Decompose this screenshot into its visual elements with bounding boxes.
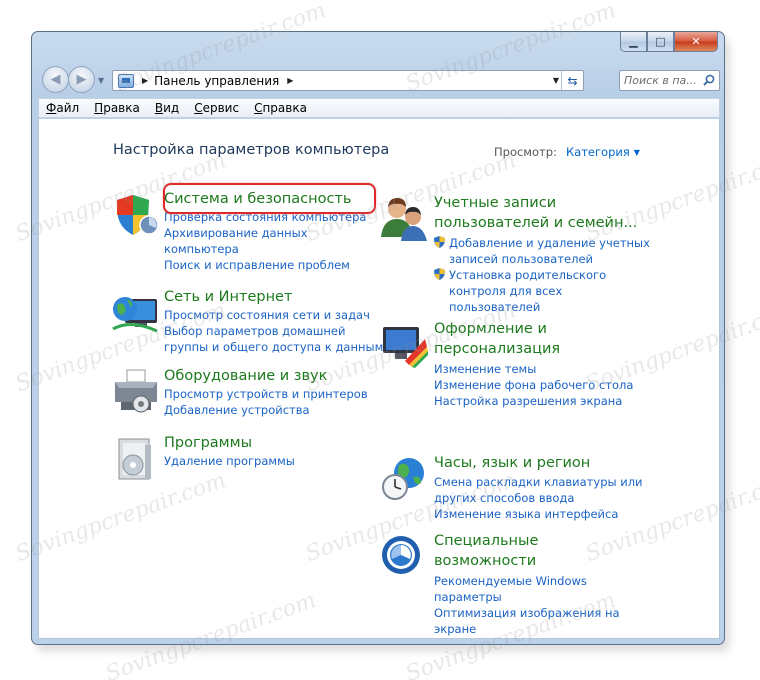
programs-link[interactable]: Программы bbox=[164, 433, 252, 453]
menu-edit[interactable]: Правка bbox=[94, 101, 140, 115]
page-title: Настройка параметров компьютера bbox=[113, 142, 390, 158]
address-bar[interactable]: ▶ Панель управления ▶ ▼ ⇆ bbox=[112, 70, 584, 91]
users-icon bbox=[381, 198, 427, 241]
menu-bar: Файл Правка Вид Сервис Справка bbox=[38, 98, 720, 118]
change-desktop-background-link[interactable]: Изменение фона рабочего стола bbox=[434, 377, 633, 393]
navigation-bar: ◀ ▶ ▼ ▶ Панель управления ▶ ▼ ⇆ Поиск в … bbox=[32, 66, 724, 96]
parental-controls-link-cont2[interactable]: пользователей bbox=[434, 299, 650, 315]
menu-help[interactable]: Справка bbox=[254, 101, 307, 115]
homegroup-options-link[interactable]: Выбор параметров домашней bbox=[164, 323, 383, 339]
ease-of-access-icon bbox=[382, 536, 420, 574]
address-dropdown-icon[interactable]: ▼ bbox=[553, 76, 559, 85]
ease-of-access-link[interactable]: Специальные возможности bbox=[434, 531, 538, 571]
back-button[interactable]: ◀ bbox=[42, 66, 69, 93]
shield-icon bbox=[117, 195, 159, 235]
clock-globe-icon bbox=[382, 458, 424, 500]
homegroup-options-link-cont[interactable]: группы и общего доступа к данным bbox=[164, 339, 383, 355]
parental-controls-link-cont[interactable]: контроля для всех bbox=[434, 283, 650, 299]
highlight-annotation bbox=[163, 183, 376, 214]
change-keyboard-link[interactable]: Смена раскладки клавиатуры или bbox=[434, 474, 643, 490]
refresh-icon: ⇆ bbox=[567, 73, 578, 88]
recommended-settings-link-cont[interactable]: параметры bbox=[434, 589, 620, 605]
breadcrumb-separator-icon[interactable]: ▶ bbox=[287, 76, 293, 85]
uac-shield-icon bbox=[434, 236, 445, 248]
backup-data-link-cont[interactable]: компьютера bbox=[164, 241, 366, 257]
refresh-button[interactable]: ⇆ bbox=[561, 71, 583, 90]
printer-icon bbox=[115, 369, 157, 413]
optimize-visual-display-link[interactable]: Оптимизация изображения на bbox=[434, 605, 620, 621]
maximize-button[interactable]: □ bbox=[647, 32, 674, 52]
back-arrow-icon: ◀ bbox=[50, 72, 61, 87]
clock-language-region-link[interactable]: Часы, язык и регион bbox=[434, 453, 590, 473]
control-panel-window: ▁ □ ✕ ◀ ▶ ▼ ▶ Панель управления ▶ ▼ ⇆ По… bbox=[31, 31, 725, 645]
forward-arrow-icon: ▶ bbox=[76, 72, 87, 87]
content-pane: Настройка параметров компьютера Просмотр… bbox=[38, 119, 720, 639]
appearance-link[interactable]: Оформление и персонализация bbox=[434, 319, 560, 359]
add-remove-accounts-link[interactable]: Добавление и удаление учетных bbox=[434, 235, 650, 251]
recommended-settings-link[interactable]: Рекомендуемые Windows bbox=[434, 573, 620, 589]
search-icon[interactable] bbox=[703, 74, 715, 86]
adjust-screen-resolution-link[interactable]: Настройка разрешения экрана bbox=[434, 393, 633, 409]
control-panel-icon bbox=[118, 73, 134, 88]
menu-view[interactable]: Вид bbox=[155, 101, 179, 115]
programs-box-icon bbox=[118, 438, 151, 480]
change-keyboard-link-cont[interactable]: других способов ввода bbox=[434, 490, 643, 506]
search-box[interactable]: Поиск в па... bbox=[619, 70, 720, 91]
view-network-status-link[interactable]: Просмотр состояния сети и задач bbox=[164, 307, 383, 323]
appearance-monitor-icon bbox=[383, 327, 428, 368]
change-display-language-link[interactable]: Изменение языка интерфейса bbox=[434, 506, 643, 522]
view-by-dropdown[interactable]: Категория ▼ bbox=[566, 145, 640, 159]
breadcrumb-control-panel[interactable]: Панель управления bbox=[154, 74, 279, 88]
menu-file[interactable]: Файл bbox=[46, 101, 79, 115]
uac-shield-icon bbox=[434, 268, 445, 280]
parental-controls-link[interactable]: Установка родительского bbox=[434, 267, 650, 283]
troubleshoot-link[interactable]: Поиск и исправление проблем bbox=[164, 257, 366, 273]
forward-button[interactable]: ▶ bbox=[68, 66, 95, 93]
search-input[interactable]: Поиск в па... bbox=[624, 74, 699, 87]
minimize-button[interactable]: ▁ bbox=[620, 32, 647, 52]
add-device-link[interactable]: Добавление устройства bbox=[164, 402, 368, 418]
optimize-visual-display-link-cont[interactable]: экране bbox=[434, 621, 620, 637]
view-devices-printers-link[interactable]: Просмотр устройств и принтеров bbox=[164, 386, 368, 402]
view-by-label: Просмотр: bbox=[494, 145, 557, 159]
uninstall-program-link[interactable]: Удаление программы bbox=[164, 453, 295, 469]
breadcrumb-separator-icon[interactable]: ▶ bbox=[142, 76, 148, 85]
network-internet-link[interactable]: Сеть и Интернет bbox=[164, 287, 292, 307]
recent-pages-dropdown-icon[interactable]: ▼ bbox=[98, 76, 104, 85]
add-remove-accounts-link-cont[interactable]: записей пользователей bbox=[434, 251, 650, 267]
network-globe-icon bbox=[112, 297, 158, 333]
hardware-sound-link[interactable]: Оборудование и звук bbox=[164, 366, 327, 386]
window-caption-buttons: ▁ □ ✕ bbox=[620, 32, 718, 52]
chevron-down-icon: ▼ bbox=[633, 148, 640, 157]
backup-data-link[interactable]: Архивирование данных bbox=[164, 225, 366, 241]
user-accounts-link[interactable]: Учетные записи пользователей и семейн... bbox=[434, 193, 637, 233]
change-theme-link[interactable]: Изменение темы bbox=[434, 361, 633, 377]
close-button[interactable]: ✕ bbox=[674, 32, 718, 52]
menu-tools[interactable]: Сервис bbox=[194, 101, 239, 115]
